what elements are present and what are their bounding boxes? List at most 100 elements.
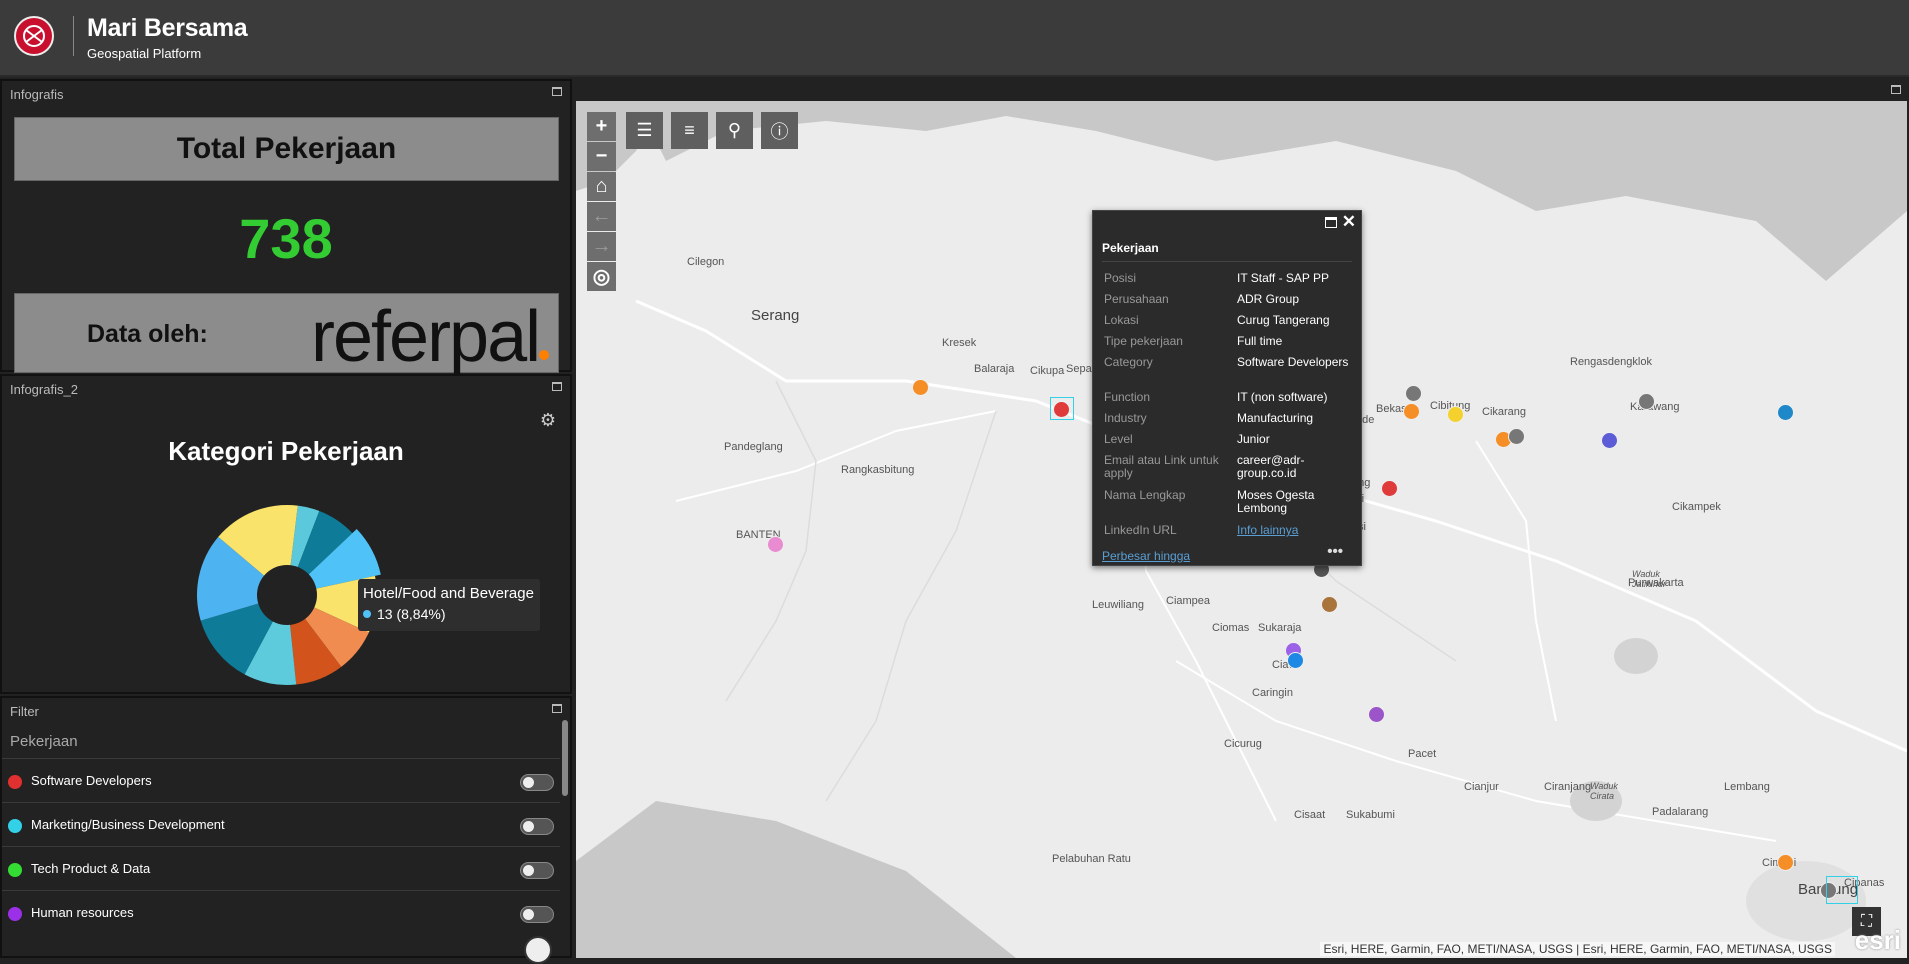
field-value: IT Staff - SAP PP — [1237, 271, 1330, 285]
industry-poi-icon[interactable] — [1508, 428, 1525, 445]
locate-button[interactable]: ◎ — [587, 262, 616, 291]
gear-icon[interactable]: ⚙ — [540, 410, 556, 431]
place-label: Lembang — [1724, 781, 1770, 793]
place-label: Sepat — [1066, 363, 1095, 375]
filter-label: Marketing/Business Development — [31, 817, 225, 832]
category-color-dot — [8, 863, 22, 877]
total-label-box: Total Pekerjaan — [14, 117, 559, 181]
field-key: Posisi — [1104, 271, 1137, 285]
place-label: Leuwiliang — [1092, 599, 1144, 611]
feature-popup: ✕ Pekerjaan Posisi IT Staff - SAP PP Perus… — [1092, 210, 1362, 566]
layer-list-icon[interactable]: ≡ — [671, 112, 708, 149]
place-label: Balaraja — [974, 363, 1015, 375]
zoom-to-link[interactable]: Perbesar hingga — [1102, 549, 1190, 563]
field-value: career@adr-group.co.id — [1237, 453, 1305, 480]
field-key: Email atau Link untuk apply — [1104, 453, 1219, 480]
filter-toggle[interactable] — [520, 774, 554, 791]
industry-poi-icon[interactable] — [1405, 385, 1422, 402]
field-value: Manufacturing — [1237, 411, 1314, 425]
selection-highlight — [1826, 876, 1858, 904]
toggle-knob — [523, 865, 534, 876]
filter-row[interactable]: Human resources — [2, 890, 560, 934]
home-button[interactable]: ⌂ — [587, 172, 616, 201]
place-label: Cikarang — [1482, 406, 1527, 418]
map-attribution: Esri, HERE, Garmin, FAO, METI/NASA, USGS… — [1320, 942, 1835, 956]
esri-logo: esri — [1854, 925, 1901, 955]
place-label: Pelabuhan Ratu — [1052, 853, 1131, 865]
job-point[interactable] — [1777, 404, 1794, 421]
about-info-icon[interactable]: ⓘ — [761, 112, 798, 149]
basemap-gallery-icon[interactable]: ⚲ — [716, 112, 753, 149]
toggle-knob — [523, 821, 534, 832]
filter-toggle[interactable] — [520, 906, 554, 923]
maximize-icon[interactable] — [552, 704, 562, 713]
maximize-icon[interactable] — [1891, 85, 1901, 94]
field-key: LinkedIn URL — [1104, 523, 1177, 537]
infografis-2-panel: Infografis_2 ⚙ Kategori Pekerjaan Hotel/… — [0, 374, 572, 694]
job-point[interactable] — [912, 379, 929, 396]
filter-row[interactable]: Tech Product & Data — [2, 846, 560, 890]
field-value[interactable]: Info lainnya — [1237, 524, 1349, 537]
field-key: Lokasi — [1104, 313, 1139, 327]
close-icon[interactable]: ✕ — [1342, 212, 1356, 232]
clear-filter-icon[interactable] — [524, 936, 552, 964]
scrollbar[interactable] — [562, 720, 568, 796]
field-key: Tipe pekerjaan — [1104, 334, 1183, 348]
job-point[interactable] — [1447, 406, 1464, 423]
pie-hole — [257, 565, 317, 625]
tooltip-value: 13 (8,84%) — [377, 606, 446, 622]
previous-extent-button[interactable]: ← — [587, 202, 616, 231]
job-point[interactable] — [1368, 706, 1385, 723]
brand-dot — [539, 350, 549, 360]
app-subtitle: Geospatial Platform — [87, 46, 202, 61]
brand-logo: referpal — [311, 297, 541, 377]
job-point[interactable] — [1321, 596, 1338, 613]
legend-list-icon[interactable]: ☰ — [626, 112, 663, 149]
place-label: Cianjur — [1464, 781, 1499, 793]
place-label: Ciranjang — [1544, 781, 1592, 793]
industry-poi-icon[interactable] — [1638, 393, 1655, 410]
maximize-icon[interactable] — [552, 382, 562, 391]
chart-title: Kategori Pekerjaan — [168, 436, 404, 466]
place-label: Serang — [751, 307, 800, 324]
logo-divider — [73, 16, 74, 56]
job-point[interactable] — [1287, 652, 1304, 669]
next-extent-button[interactable]: → — [587, 232, 616, 261]
map-view[interactable]: + − ⌂ ← → ◎ ☰ ≡ ⚲ ⓘ Serang Cilegon Kresek B… — [576, 101, 1907, 958]
filter-row[interactable]: Software Developers — [2, 758, 560, 802]
job-point[interactable] — [1601, 432, 1618, 449]
place-label: Sukaraja — [1258, 622, 1302, 634]
filter-row[interactable]: Marketing/Business Development — [2, 802, 560, 846]
field-value: IT (non software) — [1237, 390, 1328, 404]
place-label: Rengasdengklok — [1570, 356, 1652, 368]
job-point[interactable] — [1403, 403, 1420, 420]
job-point[interactable] — [1777, 854, 1794, 871]
panel-title: Filter — [10, 704, 39, 719]
maximize-icon[interactable] — [552, 87, 562, 96]
credit-label: Data oleh: — [87, 320, 208, 348]
place-label: Ciomas — [1212, 622, 1250, 634]
credit-box: Data oleh: referpal — [14, 293, 559, 377]
pie-chart[interactable] — [192, 500, 382, 690]
tooltip-title: Hotel/Food and Beverage — [363, 585, 534, 602]
field-key: Perusahaan — [1104, 292, 1169, 306]
logo-emblem-icon — [23, 25, 45, 47]
field-value: Moses Ogesta Lembong — [1237, 488, 1315, 515]
job-point[interactable] — [767, 536, 784, 553]
filter-label: Software Developers — [31, 773, 152, 788]
place-label: Cikupa — [1030, 365, 1065, 377]
more-actions-icon[interactable]: ••• — [1327, 543, 1343, 560]
filter-toggle[interactable] — [520, 862, 554, 879]
zoom-in-button[interactable]: + — [587, 112, 616, 141]
filter-label: Human resources — [31, 905, 134, 920]
zoom-out-button[interactable]: − — [587, 142, 616, 171]
category-color-dot — [8, 819, 22, 833]
filter-panel: Filter Pekerjaan Software Developers Mark… — [0, 696, 572, 964]
app-title: Mari Bersama — [87, 14, 248, 42]
filter-toggle[interactable] — [520, 818, 554, 835]
field-value: ADR Group — [1237, 292, 1300, 306]
dock-popup-icon[interactable] — [1325, 217, 1337, 228]
field-key: Industry — [1104, 411, 1147, 425]
job-point[interactable] — [1381, 480, 1398, 497]
app-header: Mari Bersama Geospatial Platform — [0, 0, 1909, 77]
